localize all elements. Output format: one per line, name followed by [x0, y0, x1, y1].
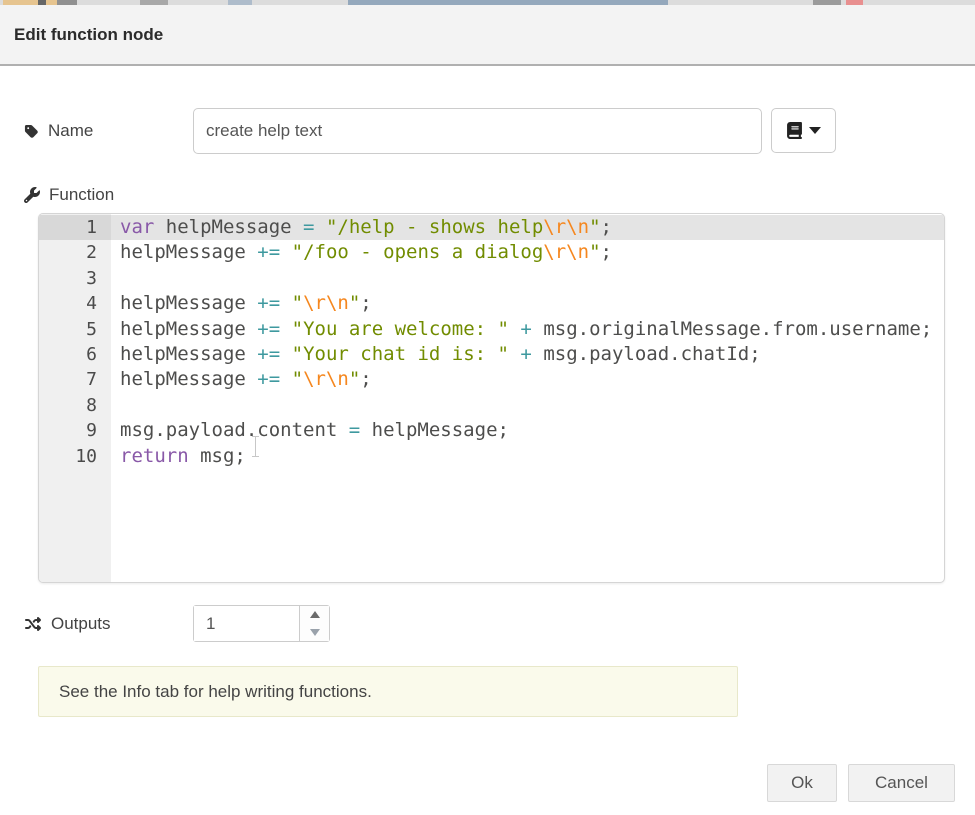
arrow-up-icon	[310, 611, 320, 618]
code-line[interactable]: helpMessage += "You are welcome: " + msg…	[111, 317, 944, 342]
spinner-up-button[interactable]	[300, 606, 329, 624]
shuffle-icon	[24, 616, 42, 632]
code-line[interactable]: helpMessage += "\r\n";	[111, 291, 944, 316]
code-line[interactable]: var helpMessage = "/help - shows help\r\…	[111, 215, 944, 240]
outputs-input[interactable]	[194, 606, 294, 641]
arrow-down-icon	[310, 629, 320, 636]
book-icon	[786, 122, 803, 139]
code-line[interactable]: helpMessage += "Your chat id is: " + msg…	[111, 342, 944, 367]
outputs-label-text: Outputs	[51, 614, 111, 634]
info-tip-text: See the Info tab for help writing functi…	[59, 682, 372, 702]
name-label: Name	[24, 108, 93, 154]
tag-icon	[24, 124, 39, 139]
library-dropdown-button[interactable]	[771, 108, 836, 153]
gutter-line-number: 8	[39, 393, 111, 418]
gutter-line-number: 1	[39, 215, 111, 240]
caret-down-icon	[809, 127, 821, 134]
code-line[interactable]: return msg;	[111, 444, 944, 469]
info-tip: See the Info tab for help writing functi…	[38, 666, 738, 717]
editor-gutter: 12345678910	[39, 214, 111, 582]
ok-button[interactable]: Ok	[767, 764, 837, 802]
editor-code[interactable]: var helpMessage = "/help - shows help\r\…	[111, 214, 944, 582]
code-line[interactable]: msg.payload.content = helpMessage;	[111, 418, 944, 443]
mouse-text-cursor	[251, 436, 260, 457]
outputs-spinner	[193, 605, 330, 642]
code-line[interactable]	[111, 266, 944, 291]
gutter-line-number: 4	[39, 291, 111, 316]
outputs-label: Outputs	[24, 605, 111, 642]
gutter-line-number: 2	[39, 240, 111, 265]
name-input[interactable]	[193, 108, 762, 154]
code-line[interactable]	[111, 393, 944, 418]
name-label-text: Name	[48, 121, 93, 141]
function-label-text: Function	[49, 185, 114, 205]
spinner-down-button[interactable]	[300, 624, 329, 642]
wrench-icon	[24, 187, 40, 203]
dialog-title: Edit function node	[14, 25, 163, 45]
edit-function-node-dialog: Edit function node Name Function 1234567…	[0, 5, 975, 815]
gutter-line-number: 3	[39, 266, 111, 291]
code-editor[interactable]: 12345678910 var helpMessage = "/help - s…	[38, 213, 945, 583]
spinner-buttons	[299, 606, 329, 641]
screen: Edit function node Name Function 1234567…	[0, 0, 975, 815]
gutter-line-number: 6	[39, 342, 111, 367]
gutter-line-number: 7	[39, 367, 111, 392]
cancel-button[interactable]: Cancel	[848, 764, 955, 802]
gutter-line-number: 9	[39, 418, 111, 443]
function-label: Function	[24, 182, 114, 208]
gutter-line-number: 10	[39, 444, 111, 469]
code-line[interactable]: helpMessage += "\r\n";	[111, 367, 944, 392]
gutter-line-number: 5	[39, 317, 111, 342]
dialog-header: Edit function node	[0, 5, 975, 66]
code-line[interactable]: helpMessage += "/foo - opens a dialog\r\…	[111, 240, 944, 265]
